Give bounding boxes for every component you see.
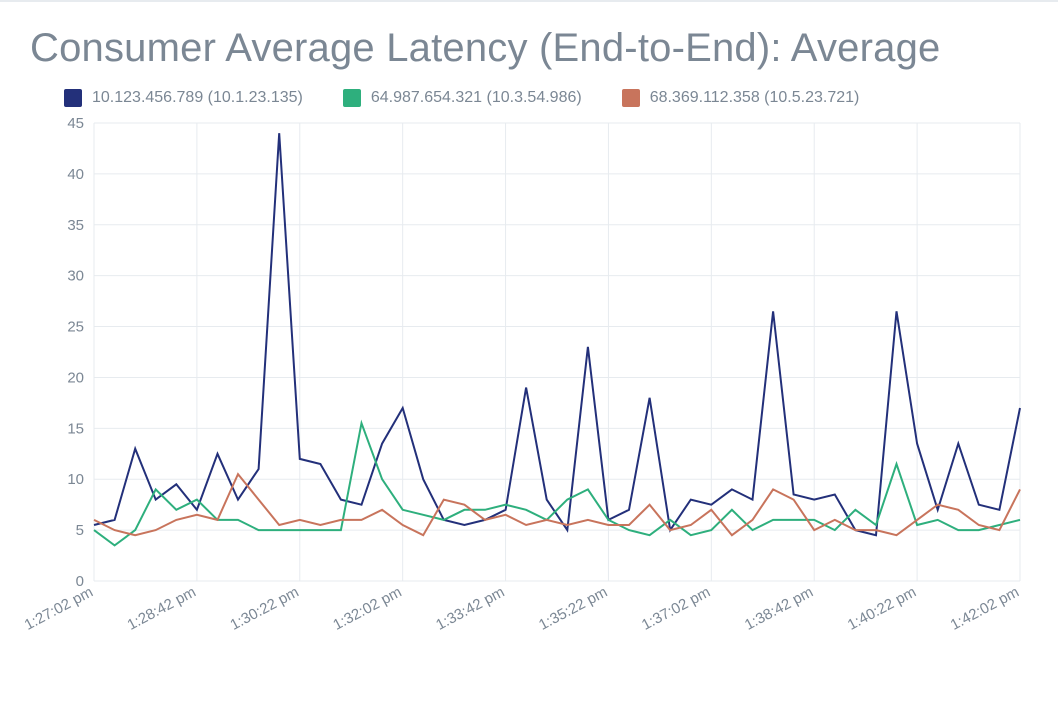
svg-text:20: 20 (67, 369, 84, 386)
legend-item-series-3[interactable]: 68.369.112.358 (10.5.23.721) (622, 89, 860, 107)
legend-item-series-1[interactable]: 10.123.456.789 (10.1.23.135) (64, 89, 303, 107)
svg-text:1:32:02 pm: 1:32:02 pm (330, 584, 404, 634)
chart-title: Consumer Average Latency (End-to-End): A… (0, 2, 1058, 81)
svg-text:1:27:02 pm: 1:27:02 pm (22, 584, 96, 634)
svg-text:35: 35 (67, 217, 84, 234)
chart-legend: 10.123.456.789 (10.1.23.135) 64.987.654.… (0, 81, 1058, 111)
svg-text:1:40:22 pm: 1:40:22 pm (845, 584, 919, 634)
svg-text:1:38:42 pm: 1:38:42 pm (742, 584, 816, 634)
chart-svg: 0510152025303540451:27:02 pm1:28:42 pm1:… (14, 111, 1038, 691)
svg-text:40: 40 (67, 166, 84, 183)
svg-text:1:33:42 pm: 1:33:42 pm (433, 584, 507, 634)
svg-text:45: 45 (67, 115, 84, 132)
legend-label-3: 68.369.112.358 (10.5.23.721) (650, 89, 860, 107)
legend-swatch-3 (622, 89, 640, 107)
svg-text:25: 25 (67, 319, 84, 336)
svg-text:5: 5 (76, 522, 84, 539)
svg-text:1:42:02 pm: 1:42:02 pm (948, 584, 1022, 634)
svg-text:1:28:42 pm: 1:28:42 pm (125, 584, 199, 634)
legend-label-1: 10.123.456.789 (10.1.23.135) (92, 89, 303, 107)
svg-text:10: 10 (67, 471, 84, 488)
legend-swatch-2 (343, 89, 361, 107)
svg-text:1:37:02 pm: 1:37:02 pm (639, 584, 713, 634)
svg-text:1:35:22 pm: 1:35:22 pm (536, 584, 610, 634)
svg-text:30: 30 (67, 268, 84, 285)
legend-item-series-2[interactable]: 64.987.654.321 (10.3.54.986) (343, 89, 582, 107)
chart-plot-area: 0510152025303540451:27:02 pm1:28:42 pm1:… (14, 111, 1038, 691)
svg-text:15: 15 (67, 420, 84, 437)
legend-label-2: 64.987.654.321 (10.3.54.986) (371, 89, 582, 107)
svg-text:1:30:22 pm: 1:30:22 pm (227, 584, 301, 634)
legend-swatch-1 (64, 89, 82, 107)
